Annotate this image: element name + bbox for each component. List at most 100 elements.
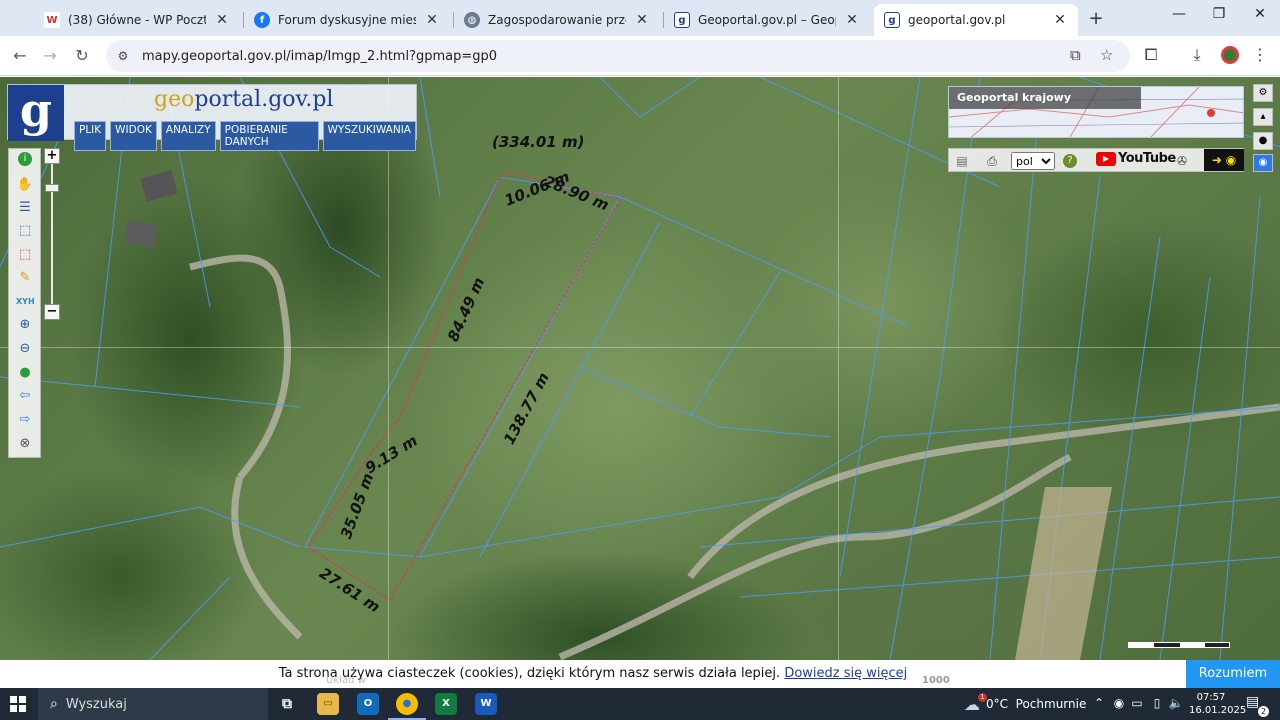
zoom-out-icon[interactable]: ⊖ [16,340,34,358]
geoportal-logo-text: geoportal.gov.pl [154,87,333,112]
tab-wp-poczta[interactable]: W (38) Główne - WP Poczta ✕ [34,4,240,36]
address-bar[interactable]: ⚙ mapy.geoportal.gov.pl/imap/Imgp_2.html… [106,40,1130,72]
geoportal-icon: g [674,12,690,28]
restore-button[interactable]: ❐ [1204,6,1234,22]
bookmark-star-icon[interactable]: ☆ [1100,46,1113,64]
wp-icon: W [44,12,60,28]
high-contrast-eye-icon[interactable]: ➜ ◉ [1204,149,1244,171]
globe-icon[interactable]: ● [16,364,34,382]
language-select[interactable]: pol [1011,152,1055,170]
tray-chevron-icon[interactable]: ⌃ [1090,696,1108,710]
zoom-knob[interactable] [45,184,59,192]
field-strip [1015,487,1112,660]
task-view-icon[interactable]: ⧉ [276,693,298,715]
select-area-icon[interactable]: ⬚ [16,222,34,240]
minimize-button[interactable]: — [1164,6,1194,22]
tab-title: Geoportal.gov.pl – Geoportal In [698,13,836,27]
arrow-left-icon[interactable]: ⇦ [16,387,34,405]
taskbar-clock[interactable]: 07:57 16.01.2025 [1189,691,1247,717]
weather-desc: Pochmurnie [1015,697,1087,711]
notification-count-badge: 2 [1258,706,1269,717]
pencil-icon[interactable]: ✎ [16,269,34,287]
cookie-accept-button[interactable]: Rozumiem [1186,660,1280,688]
menu-pobieranie-danych[interactable]: POBIERANIE DANYCH [219,121,319,151]
facebook-icon: f [254,12,270,28]
extensions-icon[interactable]: ⧠ [1140,45,1162,65]
info-icon[interactable]: i [18,152,32,166]
notifications-icon[interactable]: ▤ [1246,694,1259,710]
outlook-icon[interactable]: O [357,693,379,715]
menu-wyszukiwania[interactable]: WYSZUKIWANIA [322,121,416,151]
weather-widget[interactable]: ☁ 1 0°C Pochmurnie [964,688,1086,720]
reload-button[interactable]: ↻ [70,44,94,68]
site-settings-icon[interactable]: ⚙ [114,49,132,63]
cookie-learn-more-link[interactable]: Dowiedz się więcej [784,666,907,681]
map-tools-toolbar: i ✋ ☰ ⬚ ⬚ ✎ XYH ⊕ ⊖ ● ⇦ ⇨ ⊗ [8,148,41,458]
close-icon[interactable]: ✕ [424,12,440,28]
new-tab-button[interactable]: + [1086,8,1106,29]
close-icon[interactable]: ✕ [634,12,650,28]
tab-title: geoportal.gov.pl [908,13,1006,27]
close-window-button[interactable]: ✕ [1245,6,1275,22]
collapse-icon[interactable]: ▴ [1253,108,1273,126]
overview-map[interactable]: Geoportal krajowy [948,86,1244,138]
zoom-minus-button[interactable]: − [44,304,60,320]
browser-tab-bar: W (38) Główne - WP Poczta ✕ f Forum dysk… [0,0,1280,36]
geoportal-icon: g [884,12,900,28]
tray-location-icon[interactable]: ◉ [1110,696,1128,710]
printer-icon[interactable]: ⎙ [983,152,1001,170]
visibility-eye-icon[interactable]: ◉ [1253,154,1273,172]
tray-volume-icon[interactable]: 🔈 [1167,696,1185,710]
geoportal-logo[interactable]: g [8,85,64,141]
globe-icon: ◍ [464,12,480,28]
tab-geoportal-active[interactable]: g geoportal.gov.pl ✕ [874,4,1078,36]
windows-start-icon[interactable] [10,696,26,712]
download-icon[interactable]: ⤓ [1186,45,1208,65]
excel-icon[interactable]: X [435,693,457,715]
crosshair-vertical [388,77,389,660]
back-button[interactable]: ← [8,44,32,68]
youtube-play-icon: ▶ [1096,151,1116,166]
browser-toolbar: ← → ↻ ⚙ mapy.geoportal.gov.pl/imap/Imgp_… [0,36,1280,76]
arrow-right-icon[interactable]: ⇨ [16,411,34,429]
xyz-coordinates-icon[interactable]: XYH [16,293,35,311]
cookie-banner: Ta strona używa ciasteczek (cookies), dz… [0,660,1280,688]
menu-plik[interactable]: PLIK [74,121,107,151]
pan-hand-icon[interactable]: ✋ [16,176,34,194]
menu-widok[interactable]: WIDOK [110,121,157,151]
forward-button[interactable]: → [38,44,62,68]
tray-display-icon[interactable]: ▭ [1128,696,1146,710]
youtube-link[interactable]: ▶ YouTube [1096,151,1176,166]
tab-forum[interactable]: f Forum dyskusyjne mieszkańców ✕ [244,4,450,36]
close-icon[interactable]: ✕ [1052,12,1068,28]
taskbar-search[interactable]: ⌕ Wyszukaj [38,688,268,720]
zoom-plus-button[interactable]: + [44,148,60,164]
print-icon[interactable]: ▤ [953,152,971,170]
tray-battery-icon[interactable]: ▯ [1148,696,1166,710]
word-icon[interactable]: W [475,693,497,715]
layers-switch-icon[interactable]: ⚙ [1253,84,1273,102]
file-explorer-icon[interactable]: ▭ [317,693,339,715]
reset-view-icon[interactable]: ⊗ [16,435,34,453]
crosshair-vertical [838,77,839,660]
zoom-in-icon[interactable]: ⊕ [16,316,34,334]
profile-avatar[interactable] [1221,46,1239,64]
close-icon[interactable]: ✕ [214,12,230,28]
search-placeholder: Wyszukaj [65,696,127,712]
toggle-icon[interactable]: ● [1253,132,1273,150]
select-red-icon[interactable]: ⬚ [16,246,34,264]
clock-date: 16.01.2025 [1189,705,1247,716]
menu-analizy[interactable]: ANALIZY [160,121,216,151]
menu-dots-icon[interactable]: ⋮ [1249,45,1271,64]
clock-time: 07:57 [1196,692,1226,703]
zoom-slider[interactable]: + − [44,148,60,320]
chrome-icon[interactable]: ● [388,693,426,720]
tab-geoportal-info[interactable]: g Geoportal.gov.pl – Geoportal In ✕ [664,4,870,36]
help-icon[interactable]: ? [1063,154,1077,168]
layers-list-icon[interactable]: ☰ [16,199,34,217]
tab-zagospodarowanie[interactable]: ◍ Zagospodarowanie przestrzenne ✕ [454,4,660,36]
map-scale-bar [1128,642,1230,648]
install-app-icon[interactable]: ⧉ [1070,46,1081,64]
accessibility-icon[interactable]: ✇ [1173,152,1191,170]
close-icon[interactable]: ✕ [844,12,860,28]
